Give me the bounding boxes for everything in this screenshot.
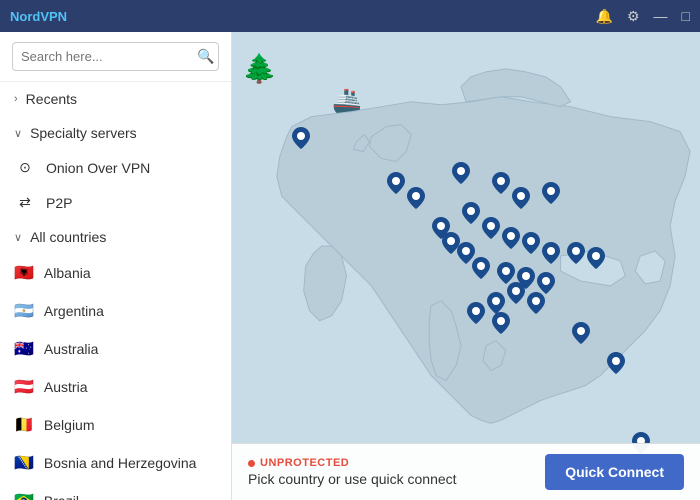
- titlebar-controls: 🔔 ⚙ — □: [596, 8, 690, 25]
- country-item-bosnia-and-herzegovina[interactable]: 🇧🇦 Bosnia and Herzegovina: [0, 444, 231, 482]
- maximize-icon[interactable]: □: [682, 8, 690, 24]
- specialty-arrow: ∨: [14, 127, 22, 140]
- specialty-servers-label: Specialty servers: [30, 125, 137, 141]
- pin-italy[interactable]: [467, 302, 485, 324]
- country-label: Australia: [44, 341, 98, 357]
- sidebar: 🔍 › Recents ∨ Specialty servers ⊙ Onion …: [0, 32, 232, 500]
- pin-norway[interactable]: [452, 162, 470, 184]
- countries-arrow: ∨: [14, 231, 22, 244]
- sidebar-scroll: › Recents ∨ Specialty servers ⊙ Onion Ov…: [0, 82, 231, 500]
- app-logo: NordVPN: [10, 9, 67, 24]
- pin-sweden2[interactable]: [512, 187, 530, 209]
- onion-over-vpn-label: Onion Over VPN: [46, 160, 150, 176]
- pin-uk1[interactable]: [387, 172, 405, 194]
- pin-finland[interactable]: [542, 182, 560, 204]
- pin-germany1[interactable]: [482, 217, 500, 239]
- settings-icon[interactable]: ⚙: [627, 8, 640, 25]
- country-item-argentina[interactable]: 🇦🇷 Argentina: [0, 292, 231, 330]
- pin-albania[interactable]: [487, 292, 505, 314]
- flag-belgium: 🇧🇪: [14, 415, 34, 435]
- onion-icon: ⊙: [14, 159, 36, 176]
- pin-austria[interactable]: [497, 262, 515, 284]
- main-layout: 🔍 › Recents ∨ Specialty servers ⊙ Onion …: [0, 32, 700, 500]
- status-section: UNPROTECTED Pick country or use quick co…: [248, 457, 457, 487]
- flag-albania: 🇦🇱: [14, 263, 34, 283]
- p2p-icon: ⇄: [14, 194, 36, 211]
- pin-germany2[interactable]: [502, 227, 520, 249]
- p2p-item[interactable]: ⇄ P2P: [0, 185, 231, 220]
- all-countries-label: All countries: [30, 229, 106, 245]
- pin-greece[interactable]: [492, 312, 510, 334]
- pin-denmark[interactable]: [462, 202, 480, 224]
- unprotected-dot: [248, 460, 255, 467]
- flag-bosnia-and-herzegovina: 🇧🇦: [14, 453, 34, 473]
- recents-label: Recents: [26, 91, 77, 107]
- titlebar-left: NordVPN: [10, 9, 67, 24]
- pin-iceland[interactable]: [292, 127, 310, 149]
- pin-ireland[interactable]: [432, 217, 450, 239]
- pin-france[interactable]: [472, 257, 490, 279]
- titlebar: NordVPN 🔔 ⚙ — □: [0, 0, 700, 32]
- country-label: Albania: [44, 265, 91, 281]
- status-text: Pick country or use quick connect: [248, 471, 457, 487]
- recents-section[interactable]: › Recents: [0, 82, 231, 116]
- search-icon: 🔍: [197, 48, 214, 65]
- pin-poland2[interactable]: [542, 242, 560, 264]
- pin-turkey[interactable]: [572, 322, 590, 344]
- quick-connect-button[interactable]: Quick Connect: [545, 454, 684, 490]
- flag-australia: 🇦🇺: [14, 339, 34, 359]
- country-item-belgium[interactable]: 🇧🇪 Belgium: [0, 406, 231, 444]
- recents-arrow: ›: [14, 93, 18, 105]
- minimize-icon[interactable]: —: [654, 8, 668, 24]
- specialty-servers-section[interactable]: ∨ Specialty servers: [0, 116, 231, 150]
- country-item-australia[interactable]: 🇦🇺 Australia: [0, 330, 231, 368]
- country-item-brazil[interactable]: 🇧🇷 Brazil: [0, 482, 231, 500]
- country-label: Bosnia and Herzegovina: [44, 455, 197, 471]
- country-label: Austria: [44, 379, 88, 395]
- search-input[interactable]: [21, 49, 197, 64]
- country-label: Argentina: [44, 303, 104, 319]
- country-list: 🇦🇱 Albania 🇦🇷 Argentina 🇦🇺 Australia 🇦🇹 Austria…: [0, 254, 231, 500]
- pin-serbia[interactable]: [507, 282, 525, 304]
- pin-sweden1[interactable]: [492, 172, 510, 194]
- pin-poland1[interactable]: [522, 232, 540, 254]
- country-label: Belgium: [44, 417, 95, 433]
- pins-container: [232, 32, 700, 500]
- onion-over-vpn-item[interactable]: ⊙ Onion Over VPN: [0, 150, 231, 185]
- notification-icon[interactable]: 🔔: [596, 8, 613, 25]
- flag-argentina: 🇦🇷: [14, 301, 34, 321]
- p2p-label: P2P: [46, 195, 72, 211]
- search-bar: 🔍: [0, 32, 231, 82]
- country-label: Brazil: [44, 493, 79, 500]
- unprotected-text: UNPROTECTED: [260, 457, 349, 469]
- country-item-austria[interactable]: 🇦🇹 Austria: [0, 368, 231, 406]
- country-item-albania[interactable]: 🇦🇱 Albania: [0, 254, 231, 292]
- pin-georgia[interactable]: [607, 352, 625, 374]
- search-input-wrap[interactable]: 🔍: [12, 42, 219, 71]
- flag-brazil: 🇧🇷: [14, 491, 34, 500]
- pin-bulgaria[interactable]: [527, 292, 545, 314]
- pin-russia[interactable]: [587, 247, 605, 269]
- unprotected-label: UNPROTECTED: [248, 457, 457, 469]
- all-countries-section[interactable]: ∨ All countries: [0, 220, 231, 254]
- flag-austria: 🇦🇹: [14, 377, 34, 397]
- bottom-bar: UNPROTECTED Pick country or use quick co…: [232, 443, 700, 500]
- map-area: 🌲 🚢: [232, 32, 700, 500]
- pin-romania[interactable]: [537, 272, 555, 294]
- pin-uk2[interactable]: [407, 187, 425, 209]
- pin-ukraine[interactable]: [567, 242, 585, 264]
